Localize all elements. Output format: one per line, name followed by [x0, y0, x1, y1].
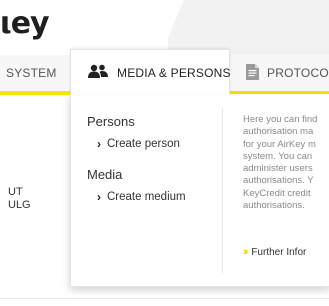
double-chevron-icon: ››: [243, 246, 249, 258]
media-persons-dropdown: Persons › Create person Media › Create m…: [70, 94, 329, 287]
tab-bar: SYSTEM MEDIA & PERSONS PROTOCO: [0, 49, 329, 95]
create-medium-label: Create medium: [107, 191, 186, 203]
tab-media-persons[interactable]: MEDIA & PERSONS: [70, 49, 231, 95]
background-text-line: UT: [8, 186, 23, 198]
header-background: [168, 0, 329, 55]
persons-heading: Persons: [87, 114, 135, 129]
info-line: Here you can find: [243, 114, 318, 125]
header-divider-shape: [160, 0, 184, 56]
document-icon: [246, 63, 259, 83]
info-line: system. You can: [243, 150, 313, 162]
chevron-right-icon: ›: [97, 137, 101, 151]
info-line: authorisation ma: [243, 126, 314, 138]
info-text: Here you can find authorisation ma for y…: [243, 114, 329, 212]
tab-system[interactable]: SYSTEM: [6, 55, 57, 91]
menu-column: Persons › Create person Media › Create m…: [87, 114, 217, 204]
chevron-right-icon: ›: [97, 190, 101, 204]
tab-protocol[interactable]: PROTOCO: [246, 55, 329, 91]
info-line: administer users: [243, 163, 313, 175]
column-divider: [222, 108, 223, 273]
further-info-label: Further Infor: [251, 246, 307, 258]
further-info-link[interactable]: ›› Further Infor: [243, 246, 306, 258]
tab-protocol-label: PROTOCO: [267, 66, 329, 80]
background-text-line: ULG: [8, 199, 31, 211]
create-medium-link[interactable]: › Create medium: [87, 190, 217, 204]
media-heading: Media: [87, 167, 123, 182]
info-line: authorisations.: [243, 200, 305, 212]
tab-media-persons-label: MEDIA & PERSONS: [117, 65, 231, 80]
create-person-link[interactable]: › Create person: [87, 137, 217, 151]
users-icon: [87, 64, 109, 81]
info-line: KeyCredit credit: [243, 187, 311, 199]
info-line: authorisations. Y: [243, 175, 314, 187]
bottom-divider: [0, 298, 329, 299]
info-line: for your AirKey m: [243, 138, 316, 150]
app-logo: ιey: [0, 6, 50, 41]
page: ιey SYSTEM MEDIA & PERSONS PROTOCO UT UL…: [0, 0, 329, 306]
create-person-label: Create person: [107, 138, 180, 150]
